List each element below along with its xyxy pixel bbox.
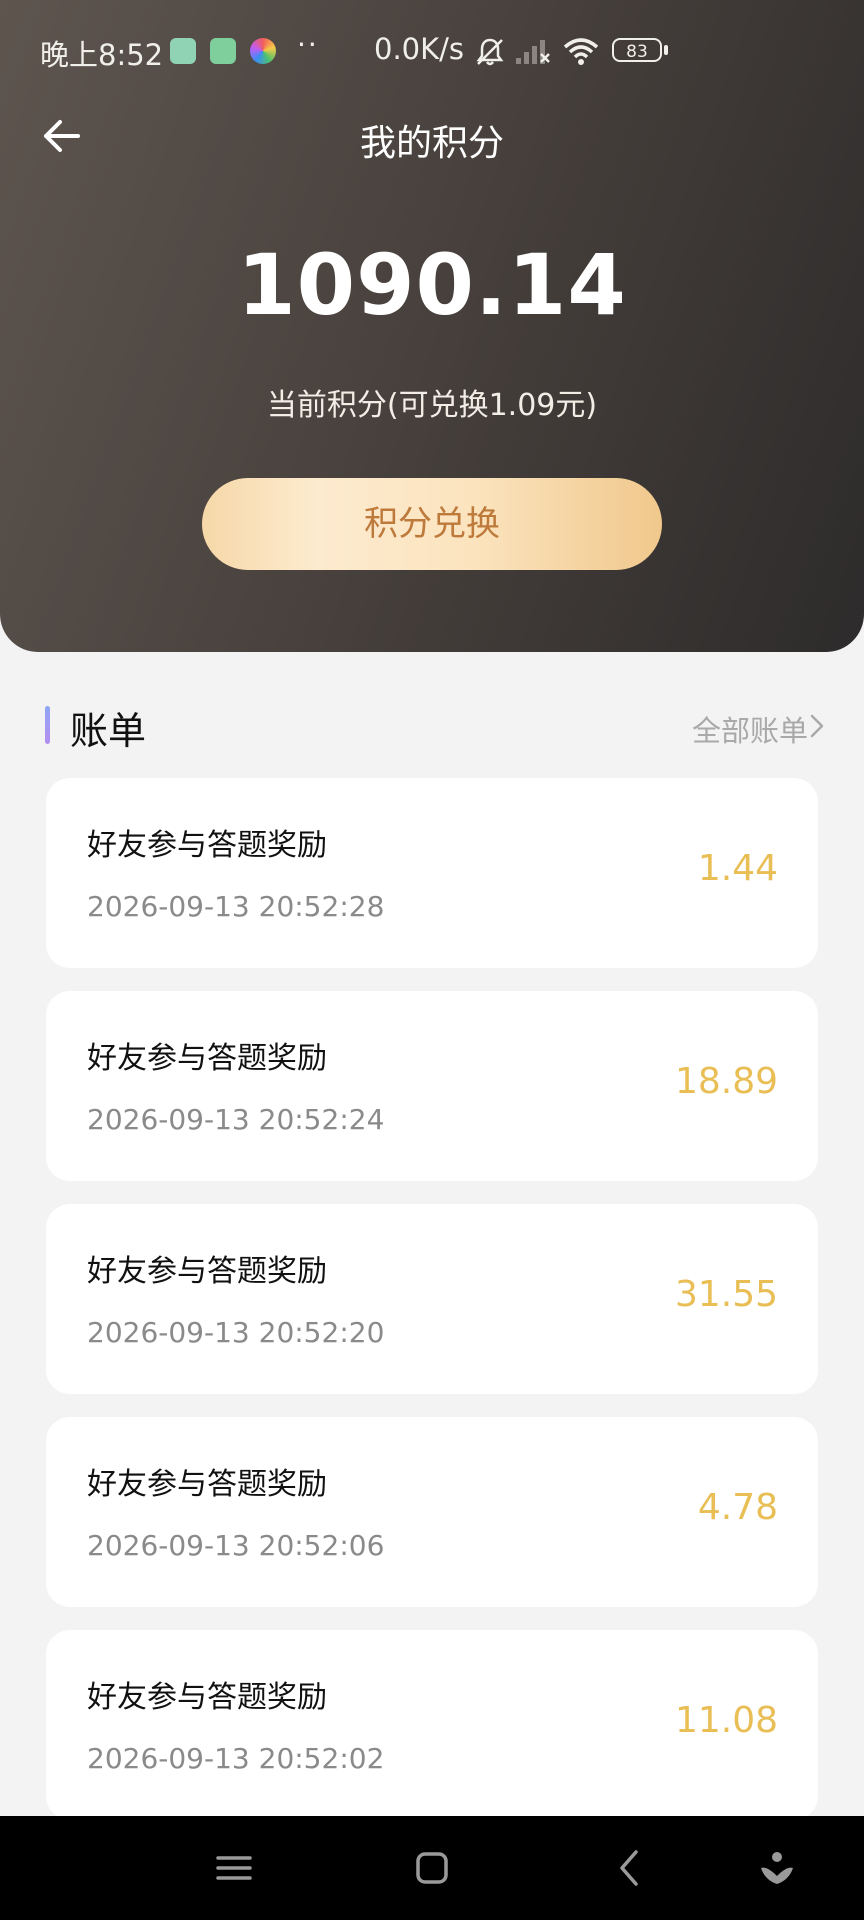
bill-item-title: 好友参与答题奖励 (87, 828, 327, 863)
bill-item-title: 好友参与答题奖励 (87, 1254, 327, 1289)
bill-list: 好友参与答题奖励 2026-09-13 20:52:28 1.44 好友参与答题… (46, 778, 818, 1843)
wifi-icon (563, 38, 599, 65)
bill-item-amount: 18.89 (674, 1061, 778, 1102)
home-icon[interactable] (410, 1846, 454, 1890)
page-title: 我的积分 (359, 123, 504, 164)
system-nav-bar (0, 1816, 864, 1920)
menu-icon[interactable] (212, 1846, 256, 1890)
bill-item-time: 2026-09-13 20:52:20 (87, 1316, 385, 1349)
all-bills-link[interactable]: 全部账单 (692, 708, 808, 750)
battery-tip (664, 45, 668, 55)
bill-item[interactable]: 好友参与答题奖励 2026-09-13 20:52:20 31.55 (46, 1204, 818, 1394)
app-icon-green (170, 38, 196, 64)
bill-item-amount: 4.78 (697, 1487, 778, 1528)
bill-item-time: 2026-09-13 20:52:06 (87, 1529, 385, 1562)
mute-bell-icon (476, 38, 504, 66)
status-bar: 晚上8:52 ·· 0.0K/s 83 (0, 0, 864, 100)
bills-section-header: 账单 全部账单 (0, 700, 864, 753)
section-accent-bar (45, 706, 50, 744)
bill-item[interactable]: 好友参与答题奖励 2026-09-13 20:52:02 11.08 (46, 1630, 818, 1820)
bills-title: 账单 (70, 709, 147, 753)
assistant-icon[interactable] (755, 1846, 799, 1890)
points-header-panel: 晚上8:52 ·· 0.0K/s 83 我的积分 1090.14 当前积分(可兑… (0, 0, 864, 652)
points-balance: 1090.14 (237, 236, 627, 334)
chevron-right-icon[interactable] (810, 714, 824, 738)
net-speed: 0.0K/s (374, 32, 465, 66)
battery-icon: 83 (612, 38, 662, 62)
points-subtitle: 当前积分(可兑换1.09元) (266, 388, 598, 423)
bill-item-amount: 1.44 (697, 848, 778, 889)
bill-item-title: 好友参与答题奖励 (87, 1467, 327, 1502)
app-icon-color (250, 38, 276, 64)
app-icon-game (210, 38, 236, 64)
bill-item-time: 2026-09-13 20:52:28 (87, 890, 385, 923)
bill-item-amount: 11.08 (674, 1700, 778, 1741)
bill-item[interactable]: 好友参与答题奖励 2026-09-13 20:52:06 4.78 (46, 1417, 818, 1607)
bill-item[interactable]: 好友参与答题奖励 2026-09-13 20:52:28 1.44 (46, 778, 818, 968)
status-overflow-dots: ·· (297, 28, 319, 61)
bill-item-amount: 31.55 (674, 1274, 778, 1315)
bill-item-time: 2026-09-13 20:52:24 (87, 1103, 385, 1136)
bill-item-time: 2026-09-13 20:52:02 (87, 1742, 385, 1775)
signal-icon (516, 40, 550, 64)
exchange-points-button[interactable]: 积分兑换 (202, 478, 662, 570)
bill-item-title: 好友参与答题奖励 (87, 1680, 327, 1715)
bill-item[interactable]: 好友参与答题奖励 2026-09-13 20:52:24 18.89 (46, 991, 818, 1181)
bill-item-title: 好友参与答题奖励 (87, 1041, 327, 1076)
back-icon[interactable] (608, 1846, 652, 1890)
status-time: 晚上8:52 (40, 38, 164, 72)
